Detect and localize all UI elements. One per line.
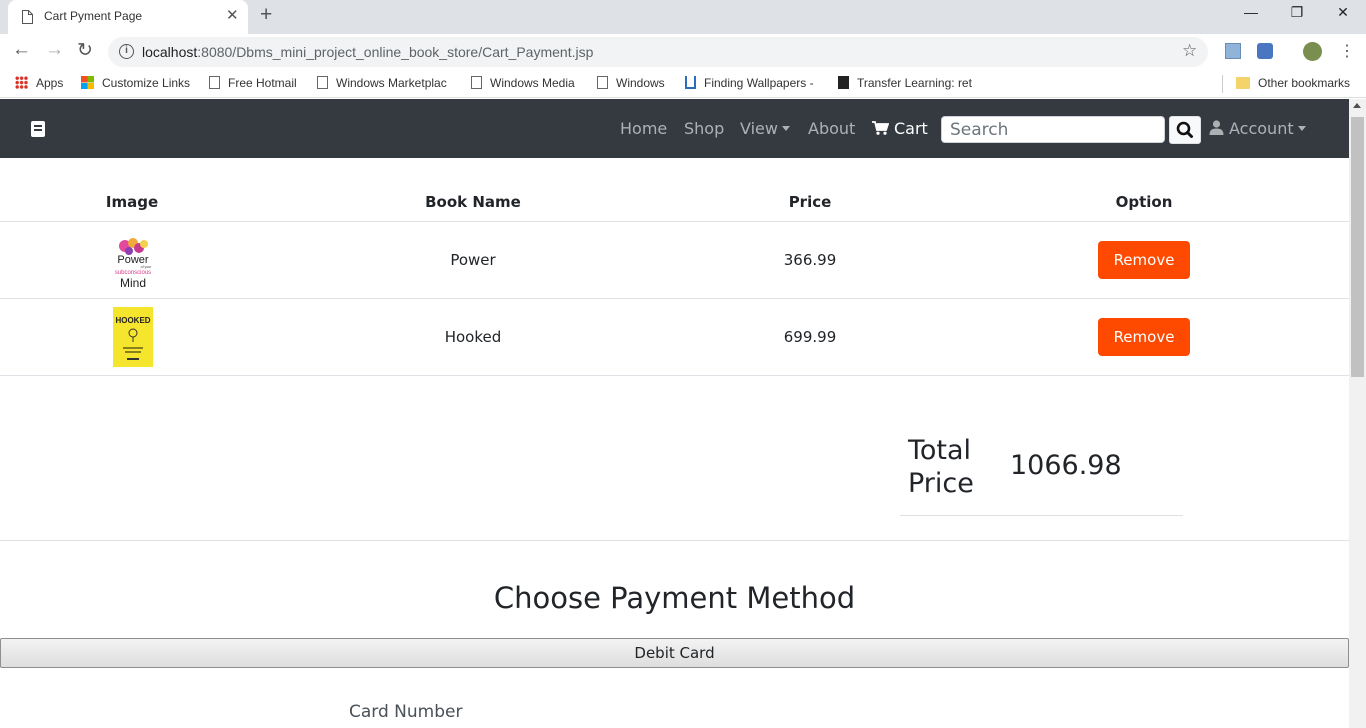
header-image: Image — [105, 193, 159, 211]
page-viewport: Home Shop View About Cart Account Image … — [0, 99, 1349, 728]
bookmark-free-hotmail[interactable]: Free Hotmail — [209, 76, 297, 90]
bookmark-separator — [1222, 75, 1223, 93]
bookmark-windows-media[interactable]: Windows Media — [471, 76, 575, 90]
header-book-name: Book Name — [425, 193, 521, 211]
price-cell: 699.99 — [783, 328, 837, 346]
bookmark-transfer-learning[interactable]: Transfer Learning: ret — [838, 76, 972, 90]
nav-shop[interactable]: Shop — [684, 119, 724, 138]
user-icon — [1209, 120, 1224, 135]
back-icon[interactable]: ← — [12, 39, 31, 61]
price-cell: 366.99 — [783, 251, 837, 269]
restore-icon[interactable]: ❐ — [1282, 4, 1312, 21]
page-icon — [209, 76, 220, 89]
browser-tabstrip: Cart Pyment Page ✕ + — ❐ ✕ — [0, 0, 1366, 34]
header-option: Option — [1115, 193, 1173, 211]
header-price: Price — [788, 193, 832, 211]
browser-toolbar: ← → ↻ i localhost:8080/Dbms_mini_project… — [0, 34, 1366, 70]
url-text: localhost:8080/Dbms_mini_project_online_… — [142, 44, 594, 60]
image-extension-icon[interactable] — [1225, 43, 1241, 59]
site-icon — [685, 76, 696, 89]
microsoft-icon — [81, 76, 94, 89]
site-navbar: Home Shop View About Cart Account — [0, 99, 1349, 158]
search-button[interactable] — [1169, 116, 1201, 144]
caret-down-icon — [781, 126, 790, 131]
svg-text:of your: of your — [141, 265, 153, 269]
bookmark-finding-wallpapers[interactable]: Finding Wallpapers - — [685, 76, 814, 90]
bookmark-windows[interactable]: Windows — [597, 76, 665, 90]
total-price-value: 1066.98 — [1010, 450, 1122, 481]
caret-down-icon — [1297, 126, 1306, 131]
book-icon[interactable] — [31, 121, 45, 137]
new-tab-icon[interactable]: + — [260, 3, 272, 27]
bookmark-windows-marketplace[interactable]: Windows Marketplac — [317, 76, 447, 90]
total-price-box: Total Price 1066.98 — [900, 434, 1183, 516]
bookmark-customize-links[interactable]: Customize Links — [81, 76, 190, 90]
menu-dots-icon[interactable]: ⋮ — [1339, 41, 1355, 61]
page-icon — [317, 76, 328, 89]
search-icon — [1176, 121, 1193, 138]
total-price-label: Total Price — [908, 435, 974, 499]
document-icon — [22, 10, 33, 24]
site-icon — [838, 76, 849, 89]
book-name-cell: Hooked — [444, 328, 502, 346]
card-number-label: Card Number — [349, 702, 463, 722]
remove-button[interactable]: Remove — [1098, 318, 1190, 356]
book-cover-hooked[interactable]: HOOKED — [113, 307, 153, 367]
minimize-icon[interactable]: — — [1236, 4, 1266, 20]
bookmarks-bar: Apps Customize Links Free Hotmail Window… — [0, 70, 1366, 98]
forward-icon[interactable]: → — [45, 39, 64, 61]
book-name-cell: Power — [450, 251, 496, 269]
nav-cart[interactable]: Cart — [872, 119, 928, 138]
nav-account-dropdown[interactable]: Account — [1209, 119, 1306, 138]
debit-card-button[interactable]: Debit Card — [0, 638, 1349, 668]
row-divider — [0, 221, 1349, 222]
close-window-icon[interactable]: ✕ — [1328, 4, 1358, 21]
payment-title: Choose Payment Method — [493, 581, 856, 615]
page-icon — [597, 76, 608, 89]
address-bar[interactable]: i localhost:8080/Dbms_mini_project_onlin… — [108, 37, 1208, 67]
svg-text:Mind: Mind — [120, 276, 146, 290]
remove-button[interactable]: Remove — [1098, 241, 1190, 279]
section-divider — [0, 540, 1349, 541]
info-icon[interactable]: i — [119, 44, 134, 59]
reload-icon[interactable]: ↻ — [77, 39, 93, 62]
profile-avatar[interactable] — [1303, 42, 1322, 61]
bookmark-apps[interactable]: Apps — [15, 76, 63, 90]
book-cover-power[interactable]: Power of your subconscious Mind — [113, 232, 153, 290]
close-tab-icon[interactable]: ✕ — [226, 6, 239, 24]
row-divider — [0, 375, 1349, 376]
page-icon — [471, 76, 482, 89]
browser-tab[interactable]: Cart Pyment Page ✕ — [8, 0, 248, 34]
search-input[interactable] — [941, 116, 1165, 143]
bookmark-other[interactable]: Other bookmarks — [1236, 76, 1350, 90]
row-divider — [0, 298, 1349, 299]
cart-icon — [872, 121, 889, 135]
nav-about[interactable]: About — [808, 119, 855, 138]
apps-icon — [15, 76, 28, 89]
scroll-thumb[interactable] — [1351, 117, 1364, 377]
cube-extension-icon[interactable] — [1257, 43, 1273, 59]
svg-text:HOOKED: HOOKED — [115, 316, 150, 325]
nav-home[interactable]: Home — [620, 119, 667, 138]
bookmark-star-icon[interactable]: ☆ — [1182, 41, 1197, 61]
nav-view-dropdown[interactable]: View — [740, 119, 790, 138]
scroll-up-icon[interactable] — [1353, 103, 1361, 108]
tab-title: Cart Pyment Page — [44, 9, 143, 23]
page-scrollbar[interactable] — [1349, 99, 1366, 728]
folder-icon — [1236, 77, 1250, 89]
